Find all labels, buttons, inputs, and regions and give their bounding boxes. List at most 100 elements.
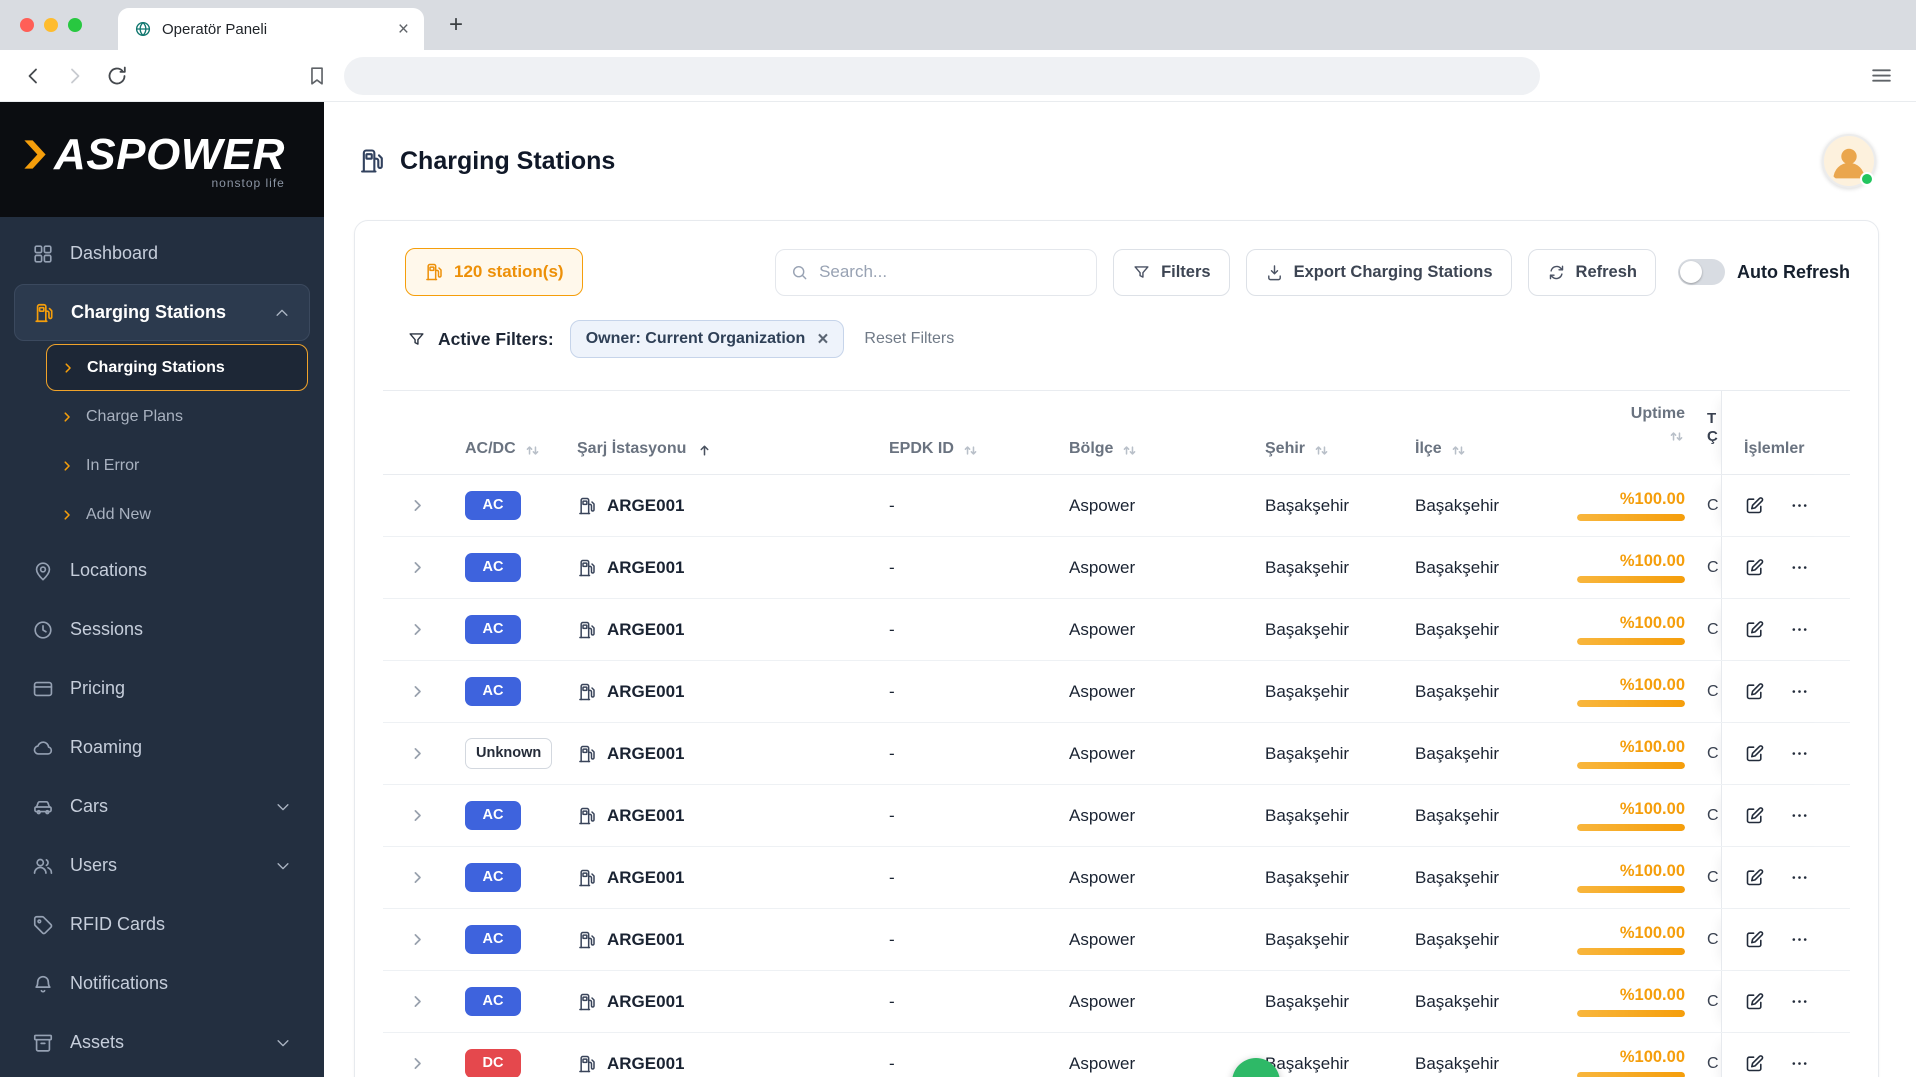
search-input[interactable] <box>819 262 1083 282</box>
uptime-progress-bar <box>1577 1072 1685 1077</box>
reset-filters-link[interactable]: Reset Filters <box>864 330 954 348</box>
station-name-cell: ARGE001 <box>563 909 875 970</box>
station-name: ARGE001 <box>607 929 685 949</box>
charging-station-icon <box>577 806 597 826</box>
station-name-cell: ARGE001 <box>563 723 875 784</box>
more-actions-icon[interactable] <box>1789 991 1810 1012</box>
sidebar-item-dashboard[interactable]: Dashboard <box>14 225 310 282</box>
column-header-type[interactable]: AC/DC <box>451 391 563 474</box>
column-header-uptime[interactable]: Uptime <box>1557 391 1703 474</box>
edit-icon[interactable] <box>1744 743 1765 764</box>
sidebar-item-pricing[interactable]: Pricing <box>14 660 310 717</box>
sidebar-subitem-charging-stations[interactable]: Charging Stations <box>46 344 308 391</box>
sidebar-subitem-in-error[interactable]: In Error <box>46 442 308 489</box>
sidebar-item-assets[interactable]: Assets <box>14 1014 310 1071</box>
column-header-label: EPDK ID <box>889 440 954 457</box>
back-icon[interactable] <box>21 64 45 88</box>
table-row: AC ARGE001 - Aspower Başakşehir Başakşehir %10… <box>383 537 1850 599</box>
sidebar-subitem-charge-plans[interactable]: Charge Plans <box>46 393 308 440</box>
forward-icon[interactable] <box>63 64 87 88</box>
clipped-column-cell: C <box>1707 992 1719 1010</box>
more-actions-icon[interactable] <box>1789 1053 1810 1074</box>
row-expand-icon[interactable] <box>409 869 426 886</box>
more-actions-icon[interactable] <box>1789 681 1810 702</box>
edit-icon[interactable] <box>1744 619 1765 640</box>
filter-chip[interactable]: Owner: Current Organization × <box>569 320 845 358</box>
users-icon <box>32 855 54 877</box>
row-expand-icon[interactable] <box>409 1055 426 1072</box>
column-header-station[interactable]: Şarj İstasyonu <box>563 391 875 474</box>
export-button[interactable]: Export Charging Stations <box>1245 248 1512 296</box>
row-expand-icon[interactable] <box>409 621 426 638</box>
edit-icon[interactable] <box>1744 991 1765 1012</box>
more-actions-icon[interactable] <box>1789 557 1810 578</box>
sidebar-item-notifications[interactable]: Notifications <box>14 955 310 1012</box>
edit-icon[interactable] <box>1744 1053 1765 1074</box>
zoom-window-button[interactable] <box>68 18 82 32</box>
row-expand-icon[interactable] <box>409 931 426 948</box>
sidebar-item-users[interactable]: Users <box>14 837 310 894</box>
district-cell: Başakşehir <box>1415 619 1500 639</box>
more-actions-icon[interactable] <box>1789 867 1810 888</box>
avatar[interactable] <box>1822 134 1876 188</box>
remove-filter-icon[interactable]: × <box>817 330 828 349</box>
active-filters-label: Active Filters: <box>438 328 554 349</box>
edit-icon[interactable] <box>1744 805 1765 826</box>
sort-both-icon <box>1313 442 1330 459</box>
uptime-progress-bar <box>1577 1010 1685 1017</box>
charging-station-icon <box>577 868 597 888</box>
table-row: AC ARGE001 - Aspower Başakşehir Başakşehir %10… <box>383 785 1850 847</box>
row-expand-icon[interactable] <box>409 993 426 1010</box>
minimize-window-button[interactable] <box>44 18 58 32</box>
epdk-id-cell: - <box>889 681 895 701</box>
edit-icon[interactable] <box>1744 929 1765 950</box>
edit-icon[interactable] <box>1744 867 1765 888</box>
more-actions-icon[interactable] <box>1789 929 1810 950</box>
column-header-epdk[interactable]: EPDK ID <box>875 391 1055 474</box>
actions-cell <box>1721 785 1845 846</box>
sidebar-item-rfid-cards[interactable]: RFID Cards <box>14 896 310 953</box>
more-actions-icon[interactable] <box>1789 619 1810 640</box>
sidebar-item-label: Assets <box>70 1032 125 1052</box>
auto-refresh-toggle[interactable] <box>1677 259 1725 285</box>
more-actions-icon[interactable] <box>1789 743 1810 764</box>
uptime-progress-bar <box>1577 762 1685 769</box>
uptime-value: %100.00 <box>1619 738 1685 756</box>
address-bar[interactable] <box>344 56 1540 95</box>
column-header-region[interactable]: Bölge <box>1055 391 1251 474</box>
sidebar-item-cars[interactable]: Cars <box>14 778 310 835</box>
sidebar-item-charging-stations[interactable]: Charging Stations <box>14 284 310 341</box>
more-actions-icon[interactable] <box>1789 495 1810 516</box>
region-cell: Aspower <box>1069 681 1136 701</box>
row-expand-icon[interactable] <box>409 745 426 762</box>
browser-tab[interactable]: Operatör Paneli × <box>118 8 424 50</box>
station-name-cell: ARGE001 <box>563 1033 875 1077</box>
close-window-button[interactable] <box>20 18 34 32</box>
search-box[interactable] <box>775 248 1098 296</box>
reload-icon[interactable] <box>105 64 129 88</box>
filters-button[interactable]: Filters <box>1113 248 1230 296</box>
sidebar-subitem-label: In Error <box>86 456 140 474</box>
edit-icon[interactable] <box>1744 495 1765 516</box>
column-header-city[interactable]: Şehir <box>1251 391 1401 474</box>
row-expand-icon[interactable] <box>409 807 426 824</box>
row-expand-icon[interactable] <box>409 683 426 700</box>
clipped-column-cell: C <box>1707 868 1719 886</box>
sidebar-subitem-add-new[interactable]: Add New <box>46 491 308 538</box>
refresh-button[interactable]: Refresh <box>1527 248 1656 296</box>
new-tab-button[interactable]: + <box>440 9 472 41</box>
column-header-district[interactable]: İlçe <box>1401 391 1557 474</box>
tab-close-icon[interactable]: × <box>395 20 412 39</box>
browser-menu-icon[interactable] <box>1869 63 1894 88</box>
row-expand-icon[interactable] <box>409 497 426 514</box>
sidebar-item-roaming[interactable]: Roaming <box>14 719 310 776</box>
sidebar-item-locations[interactable]: Locations <box>14 542 310 599</box>
charging-station-icon <box>33 302 55 324</box>
uptime-progress-bar <box>1577 824 1685 831</box>
edit-icon[interactable] <box>1744 681 1765 702</box>
sidebar-item-sessions[interactable]: Sessions <box>14 601 310 658</box>
bookmark-icon[interactable] <box>306 65 328 87</box>
edit-icon[interactable] <box>1744 557 1765 578</box>
more-actions-icon[interactable] <box>1789 805 1810 826</box>
row-expand-icon[interactable] <box>409 559 426 576</box>
